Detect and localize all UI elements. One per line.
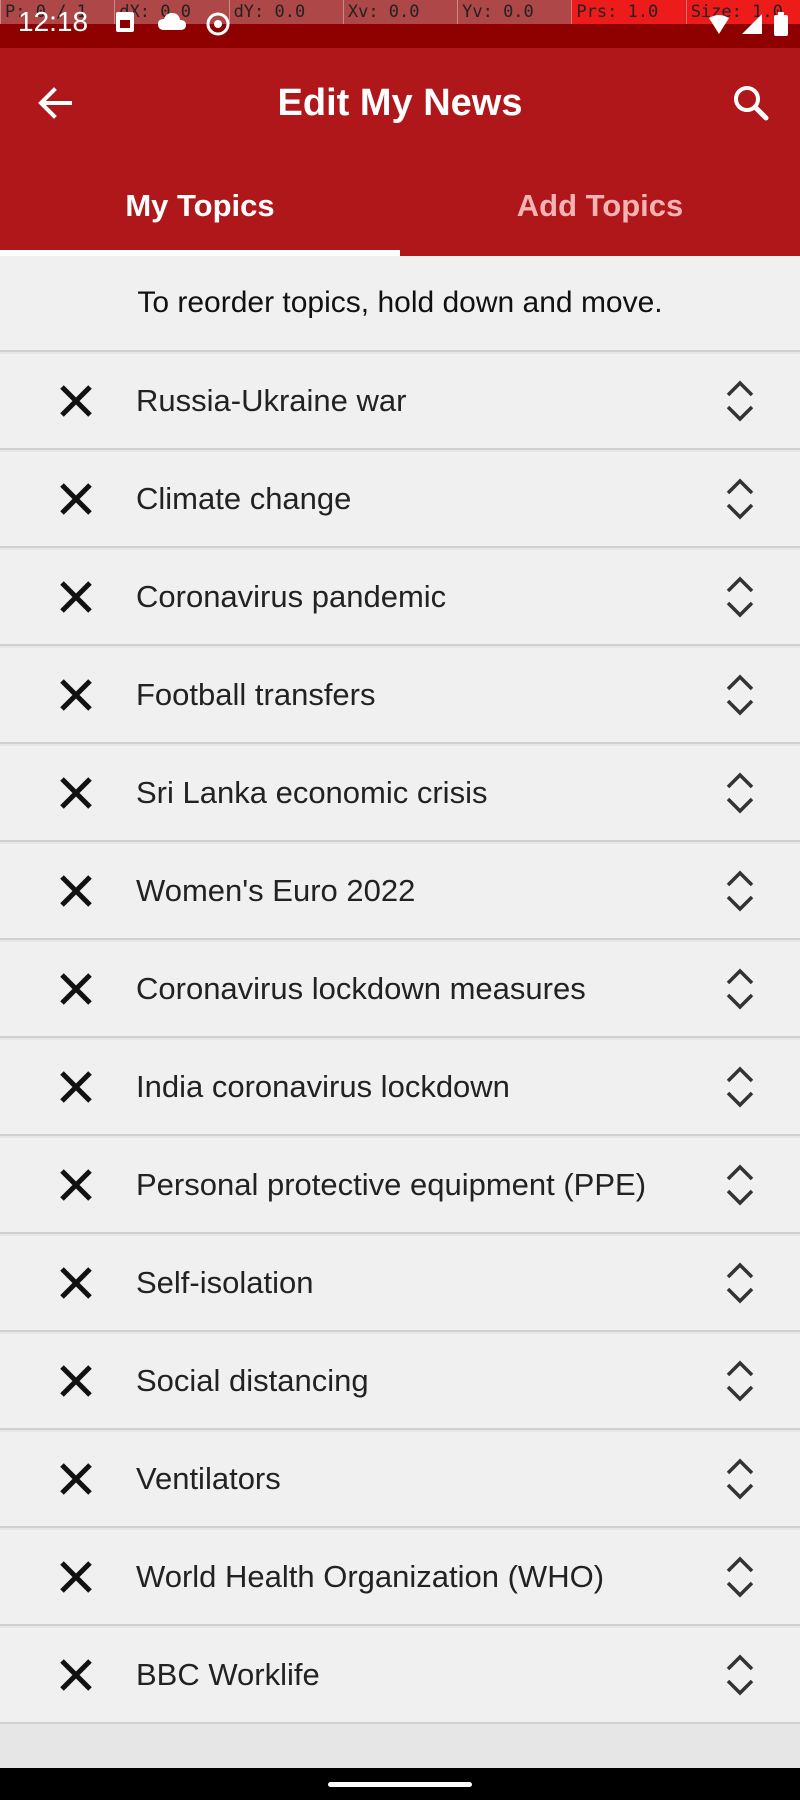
- topic-row: Football transfers: [0, 648, 800, 744]
- close-icon[interactable]: [56, 1067, 96, 1107]
- reorder-hint: To reorder topics, hold down and move.: [0, 256, 800, 352]
- topic-row: BBC Worklife: [0, 1628, 800, 1724]
- system-nav-bar: [0, 1768, 800, 1800]
- topic-label: Self-isolation: [136, 1265, 314, 1300]
- topic-label: BBC Worklife: [136, 1657, 320, 1692]
- debug-prs: Prs: 1.0: [571, 0, 686, 24]
- tab-bar: My Topics Add Topics: [0, 160, 800, 256]
- sync-icon: [204, 10, 232, 43]
- status-bar: P: 0 / 1 dX: 0.0 dY: 0.0 Xv: 0.0 Yv: 0.0…: [0, 0, 800, 48]
- close-icon[interactable]: [56, 577, 96, 617]
- home-gesture-handle[interactable]: [328, 1782, 472, 1787]
- reorder-icon[interactable]: [720, 1259, 760, 1307]
- reorder-icon[interactable]: [720, 671, 760, 719]
- cloud-icon: [156, 10, 188, 39]
- reorder-icon[interactable]: [720, 1357, 760, 1405]
- search-button[interactable]: [726, 78, 776, 128]
- reorder-icon[interactable]: [720, 1063, 760, 1111]
- wifi-icon: [708, 14, 730, 41]
- reorder-icon[interactable]: [720, 475, 760, 523]
- close-icon[interactable]: [56, 675, 96, 715]
- topic-label: World Health Organization (WHO): [136, 1559, 605, 1594]
- topic-label: Women's Euro 2022: [136, 873, 416, 908]
- topic-label: India coronavirus lockdown: [136, 1069, 510, 1104]
- reorder-icon[interactable]: [720, 1455, 760, 1503]
- debug-dy: dY: 0.0: [228, 0, 343, 24]
- close-icon[interactable]: [56, 381, 96, 421]
- topic-list: Russia-Ukraine war Climate change Corona…: [0, 354, 800, 1724]
- reorder-icon[interactable]: [720, 965, 760, 1013]
- search-icon: [734, 86, 769, 121]
- signal-icon: [740, 12, 764, 41]
- tab-my-topics[interactable]: My Topics: [0, 160, 400, 256]
- topic-row: Coronavirus pandemic: [0, 550, 800, 646]
- topic-row: Personal protective equipment (PPE): [0, 1138, 800, 1234]
- close-icon[interactable]: [56, 1655, 96, 1695]
- close-icon[interactable]: [56, 871, 96, 911]
- topic-label: Football transfers: [136, 677, 376, 712]
- tab-add-topics[interactable]: Add Topics: [400, 160, 800, 256]
- reorder-icon[interactable]: [720, 1651, 760, 1699]
- page-title: Edit My News: [277, 82, 523, 124]
- topic-label: Coronavirus lockdown measures: [136, 971, 586, 1006]
- debug-yv: Yv: 0.0: [457, 0, 571, 24]
- topic-label: Social distancing: [136, 1363, 369, 1398]
- topic-label: Sri Lanka economic crisis: [136, 775, 488, 810]
- close-icon[interactable]: [56, 1263, 96, 1303]
- close-icon[interactable]: [56, 479, 96, 519]
- topic-row: India coronavirus lockdown: [0, 1040, 800, 1136]
- topic-label: Coronavirus pandemic: [136, 579, 447, 614]
- topics-list-container: To reorder topics, hold down and move. R…: [0, 256, 800, 1768]
- topic-label: Personal protective equipment (PPE): [136, 1167, 647, 1202]
- topic-row: Women's Euro 2022: [0, 844, 800, 940]
- topic-label: Russia-Ukraine war: [136, 383, 407, 418]
- battery-icon: [774, 12, 788, 41]
- close-icon[interactable]: [56, 773, 96, 813]
- debug-xv: Xv: 0.0: [342, 0, 457, 24]
- reorder-icon[interactable]: [720, 573, 760, 621]
- close-icon[interactable]: [56, 1361, 96, 1401]
- topic-row: Coronavirus lockdown measures: [0, 942, 800, 1038]
- reorder-icon[interactable]: [720, 867, 760, 915]
- reorder-icon[interactable]: [720, 377, 760, 425]
- topic-row: Self-isolation: [0, 1236, 800, 1332]
- reorder-icon[interactable]: [720, 1553, 760, 1601]
- topic-label: Climate change: [136, 481, 352, 516]
- reorder-icon[interactable]: [720, 1161, 760, 1209]
- topic-row: Sri Lanka economic crisis: [0, 746, 800, 842]
- close-icon[interactable]: [56, 1165, 96, 1205]
- topic-row: World Health Organization (WHO): [0, 1530, 800, 1626]
- topic-row: Russia-Ukraine war: [0, 354, 800, 450]
- topic-row: Ventilators: [0, 1432, 800, 1528]
- topic-label: Ventilators: [136, 1461, 281, 1496]
- close-icon[interactable]: [56, 1459, 96, 1499]
- clock: 12:18: [18, 6, 89, 37]
- topic-row: Climate change: [0, 452, 800, 548]
- reorder-icon[interactable]: [720, 769, 760, 817]
- app-bar: Edit My News My Topics Add Topics: [0, 48, 800, 256]
- topic-row: Social distancing: [0, 1334, 800, 1430]
- sim-icon: [114, 10, 136, 39]
- close-icon[interactable]: [56, 1557, 96, 1597]
- close-icon[interactable]: [56, 969, 96, 1009]
